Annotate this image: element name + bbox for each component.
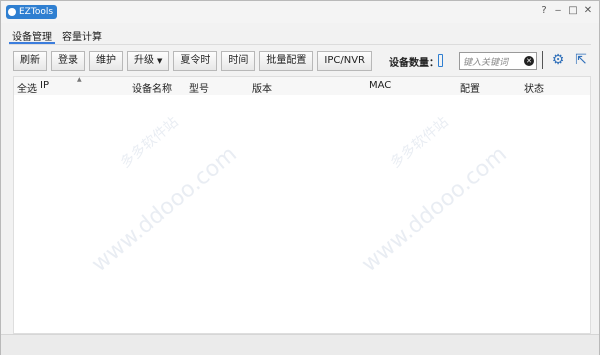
app-window: EZTools ? ‒ □ ✕ 设备管理 容量计算 刷新 登录 维护 升级 ▼ 夏… [0,0,600,355]
maintain-button[interactable]: 维护 [89,51,123,71]
sort-asc-icon: ▲ [77,76,82,83]
table-header: 全选 IP ▲ 设备名称 型号 版本 MAC 配置 状态 [14,76,590,95]
ip-header[interactable]: IP [40,80,49,91]
watermark: www.ddooo.com [357,141,512,278]
login-button[interactable]: 登录 [51,51,85,71]
export-icon[interactable]: ⇱ [573,52,589,68]
refresh-button[interactable]: 刷新 [13,51,47,71]
toolbar: 刷新 登录 维护 升级 ▼ 夏令时 时间 批量配置 IPC/NVR [13,51,376,71]
main-tabs: 设备管理 容量计算 [9,26,109,44]
watermark: 多多软件站 [387,114,452,172]
device-name-header[interactable]: 设备名称 [132,80,172,95]
close-icon[interactable]: ✕ [581,4,595,18]
time-button[interactable]: 时间 [221,51,256,71]
watermark: www.ddooo.com [87,141,242,278]
dst-button[interactable]: 夏令时 [173,51,218,71]
app-name: EZTools [19,7,54,17]
toolbar-separator [542,51,543,69]
config-header[interactable]: 配置 [460,80,480,95]
status-bar [1,334,599,355]
status-header[interactable]: 状态 [524,80,544,95]
app-logo: EZTools [6,5,58,19]
watermark: 多多软件站 [117,114,182,172]
minimize-icon[interactable]: ‒ [551,4,565,18]
clear-icon[interactable]: ✕ [524,56,534,66]
gear-icon[interactable]: ⚙ [550,52,566,68]
select-all-header[interactable]: 全选 [17,80,37,95]
tab-divider [9,44,591,45]
upgrade-label: 升级 [134,55,154,66]
device-count-value [438,54,443,67]
version-header[interactable]: 版本 [252,80,272,95]
app-logo-icon [8,8,16,16]
chevron-down-icon: ▼ [157,57,163,65]
tab-device-management[interactable]: 设备管理 [9,26,55,44]
search-input[interactable]: 键入关键词 ✕ [459,52,537,70]
upgrade-dropdown[interactable]: 升级 ▼ [127,51,170,71]
batch-config-button[interactable]: 批量配置 [259,51,314,71]
help-icon[interactable]: ? [537,4,551,18]
maximize-icon[interactable]: □ [566,4,580,18]
device-count-label: 设备数量： [389,58,439,69]
search-placeholder: 键入关键词 [463,58,509,68]
device-table: 全选 IP ▲ 设备名称 型号 版本 MAC 配置 状态 www.ddooo.c… [13,76,591,334]
model-header[interactable]: 型号 [189,80,209,95]
ipc-nvr-button[interactable]: IPC/NVR [317,51,372,71]
title-bar: EZTools ? ‒ □ ✕ [1,1,599,23]
mac-header[interactable]: MAC [369,80,391,91]
tab-capacity-calculation[interactable]: 容量计算 [59,26,105,44]
